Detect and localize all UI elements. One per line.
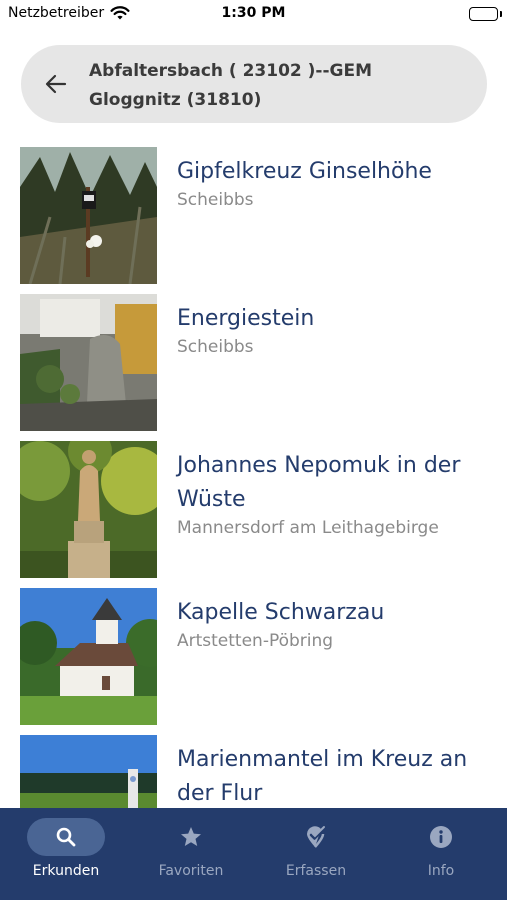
item-title: Johannes Nepomuk in der Wüste [177,453,461,512]
item-title: Energiestein [177,306,315,331]
location-pin-check-icon [304,825,328,849]
tab-bar: Erkunden Favoriten Erfassen Info [0,808,507,900]
clock: 1:30 PM [221,5,286,21]
tab-label: Info [427,863,455,879]
tab-label: Erfassen [285,863,347,879]
item-location: Mannersdorf am Leithagebirge [177,518,439,538]
statue-photo [20,441,157,578]
tab-favoriten[interactable]: Favoriten [128,808,254,900]
search-bar[interactable]: Abfaltersbach ( 23102 )--GEM Gloggnitz (… [21,45,487,123]
chapel-photo [20,588,157,725]
item-location: Artstetten-Pöbring [177,631,334,651]
list-item[interactable]: Kapelle Schwarzau Artstetten-Pöbring [0,588,507,725]
list-item[interactable]: Gipfelkreuz Ginselhöhe Scheibbs [0,147,507,284]
battery-icon [469,7,498,21]
tab-label: Favoriten [158,863,224,879]
search-query-text[interactable]: Abfaltersbach ( 23102 )--GEM Gloggnitz (… [89,57,469,115]
status-bar: Netzbetreiber 1:30 PM [0,0,507,28]
info-icon [429,825,453,849]
list-item[interactable]: Energiestein Scheibbs [0,294,507,431]
tab-label: Erkunden [32,863,100,879]
item-location: Scheibbs [177,190,254,210]
item-title: Kapelle Schwarzau [177,600,385,625]
back-arrow-icon[interactable] [41,69,71,99]
list-item[interactable]: Johannes Nepomuk in der Wüste Mannersdor… [0,441,507,578]
stone-garden-photo [20,294,157,431]
forest-cross-photo [20,147,157,284]
item-title: Gipfelkreuz Ginselhöhe [177,159,432,184]
item-title: Marienmantel im Kreuz an der Flur [177,747,468,806]
item-location: Scheibbs [177,337,254,357]
star-icon [179,825,203,849]
tab-info[interactable]: Info [378,808,504,900]
search-icon [54,825,78,849]
tab-erfassen[interactable]: Erfassen [253,808,379,900]
tab-erkunden[interactable]: Erkunden [3,808,129,900]
